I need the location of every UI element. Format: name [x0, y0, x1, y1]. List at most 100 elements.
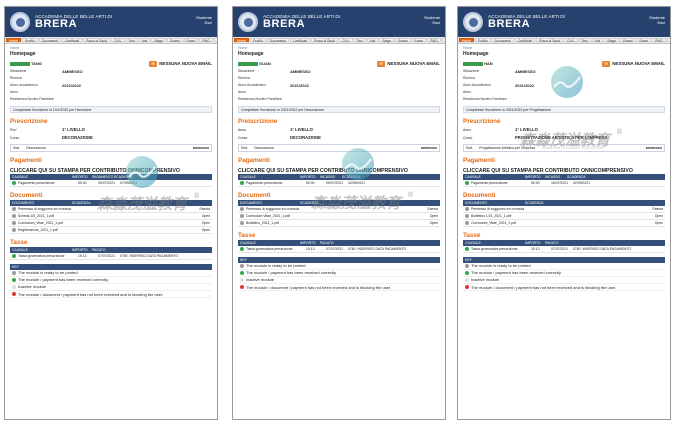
- portal-panel-tang: ACCADEMIA DELLE BELLE ARTI DI BRERA Studen…: [4, 6, 218, 420]
- info-value: AMMESSO: [62, 69, 83, 74]
- prescrizione-row-label: Sed.: [13, 146, 21, 150]
- legend-text: Inactive module: [471, 277, 500, 282]
- nav-tab-stage[interactable]: Stage: [604, 38, 620, 43]
- legend-green-icon: [240, 271, 244, 275]
- nav-tab-cartella-voto[interactable]: Cartella Voto: [441, 38, 445, 43]
- nav-tab-cartella-voto[interactable]: Cartella Voto: [213, 38, 217, 43]
- brera-logo-icon[interactable]: [463, 12, 483, 32]
- mail-icon: ✉: [149, 60, 158, 67]
- nav-tab-voti[interactable]: Voti: [366, 38, 379, 43]
- nav-tab-pmo[interactable]: PMO: [427, 38, 441, 43]
- payments-table-row[interactable]: Pagamento prescrizione 50.00 09/07/2021 07/…: [10, 180, 212, 187]
- brera-logo-core: [15, 17, 25, 27]
- nav-tab-profilo[interactable]: Profilo: [475, 38, 491, 43]
- nav-tab-certificati[interactable]: Certificati: [289, 38, 311, 43]
- nav-tab-certificati[interactable]: Certificati: [61, 38, 83, 43]
- nav-tab-documenti[interactable]: Documenti: [491, 38, 514, 43]
- documents-table-row[interactable]: Registrazione_2021_1.pdf Open: [10, 227, 212, 234]
- mail-status[interactable]: ✉ NESSUNA NUOVA EMAIL: [377, 60, 440, 67]
- nav-tab-home[interactable]: Home: [6, 38, 22, 43]
- document-action[interactable]: Open: [430, 213, 438, 220]
- nav-tab-stage[interactable]: Stage: [379, 38, 395, 43]
- user-name-redaction: [10, 61, 30, 66]
- breadcrumb[interactable]: Home: [463, 46, 665, 50]
- nav-tab-home[interactable]: Home: [459, 38, 475, 43]
- user-name-block: HAN: [463, 61, 493, 66]
- insert-payment-date-link[interactable]: INSERISCI DATA PAGAMENTO: [130, 253, 179, 260]
- nav-tab-voti[interactable]: Voti: [138, 38, 151, 43]
- document-action[interactable]: Esenta: [199, 206, 210, 213]
- info-field: Anno: [463, 89, 665, 96]
- legend-text: The module / document / payment has not …: [471, 285, 617, 290]
- brera-logo-icon[interactable]: [10, 12, 30, 32]
- residence-field: Residenza Nucleo Familiare: [10, 96, 212, 103]
- nav-tab-tesi[interactable]: Tesi: [125, 38, 138, 43]
- nav-tab-esami[interactable]: Esami: [620, 38, 636, 43]
- legend-row: The module is ready to be printed: [463, 263, 665, 270]
- taxes-cell: 0760: [573, 246, 581, 251]
- info-label: Anno accademico: [10, 83, 38, 87]
- nav-tab-documenti[interactable]: Documenti: [38, 38, 61, 43]
- nav-tab-piano-di-studi[interactable]: Piano di Studi: [536, 38, 563, 43]
- nav-tab-tesi[interactable]: Tesi: [578, 38, 591, 43]
- nav-tab-exam[interactable]: Exam: [636, 38, 652, 43]
- logout-link[interactable]: Esci: [196, 20, 212, 25]
- nav-tab-exam[interactable]: Exam: [183, 38, 199, 43]
- nav-tab-piano-di-studi[interactable]: Piano di Studi: [311, 38, 338, 43]
- documents-table-row[interactable]: Bollettino_2021_1.pdf Open: [238, 220, 440, 227]
- taxes-cell: Tassa governativa prescrizione: [18, 253, 65, 258]
- payments-table-row[interactable]: Pagamento prescrizione 50.00 16/07/2021 02/…: [463, 180, 665, 187]
- nav-tab-pmo[interactable]: PMO: [652, 38, 666, 43]
- insert-payment-date-link[interactable]: INSERISCI DATA PAGAMENTO: [583, 246, 632, 253]
- taxes-table-row[interactable]: Tassa governativa prescrizione 15.13 07/07…: [463, 246, 665, 253]
- breadcrumb[interactable]: Home: [10, 46, 212, 50]
- insert-payment-date-link[interactable]: INSERISCI DATA PAGAMENTO: [358, 246, 407, 253]
- nav-tab-cv-l[interactable]: CV/L: [563, 38, 578, 43]
- nav-tab-stage[interactable]: Stage: [151, 38, 167, 43]
- document-action[interactable]: Open: [655, 213, 663, 220]
- nav-tab-esami[interactable]: Esami: [395, 38, 411, 43]
- document-action[interactable]: Open: [202, 227, 210, 234]
- document-action[interactable]: Open: [202, 213, 210, 220]
- nav-tab-cv-l[interactable]: CV/L: [110, 38, 125, 43]
- nav-tab-voti[interactable]: Voti: [591, 38, 604, 43]
- nav-tab-pmo[interactable]: PMO: [199, 38, 213, 43]
- nav-tab-certificati[interactable]: Certificati: [514, 38, 536, 43]
- nav-tab-piano-di-studi[interactable]: Piano di Studi: [83, 38, 110, 43]
- info-label: Situazione: [238, 69, 255, 73]
- nav-tab-tesi[interactable]: Tesi: [353, 38, 366, 43]
- info-value: AMMESSO: [515, 69, 536, 74]
- mail-status[interactable]: ✉ NESSUNA NUOVA EMAIL: [149, 60, 212, 67]
- info-label: Ricerca: [10, 76, 22, 80]
- status-green-icon: [465, 247, 469, 251]
- nav-tab-cv-l[interactable]: CV/L: [338, 38, 353, 43]
- nav-tab-profilo[interactable]: Profilo: [22, 38, 38, 43]
- document-action[interactable]: Open: [655, 220, 663, 227]
- payments-table-row[interactable]: Pagamento prescrizione 50.00 09/07/2021 02/…: [238, 180, 440, 187]
- nav-tab-esami[interactable]: Esami: [167, 38, 183, 43]
- brera-logo-icon[interactable]: [238, 12, 258, 32]
- screenshot-stage: ACCADEMIA DELLE BELLE ARTI DI BRERA Studen…: [0, 0, 680, 424]
- nav-tab-exam[interactable]: Exam: [411, 38, 427, 43]
- info-field: Situazione AMMESSO: [10, 68, 212, 75]
- nav-tab-profilo[interactable]: Profilo: [250, 38, 266, 43]
- mail-status[interactable]: ✉ NESSUNA NUOVA EMAIL: [602, 60, 665, 67]
- logout-link[interactable]: Esci: [649, 20, 665, 25]
- taxes-table-row[interactable]: Tassa governativa prescrizione 15.13 07/07…: [10, 253, 212, 260]
- logout-link[interactable]: Esci: [424, 20, 440, 25]
- page-title: Homepage: [238, 51, 264, 57]
- document-action[interactable]: Open: [430, 220, 438, 227]
- document-action[interactable]: Esenta: [427, 206, 438, 213]
- nav-tab-documenti[interactable]: Documenti: [266, 38, 289, 43]
- document-action[interactable]: Open: [202, 220, 210, 227]
- document-action[interactable]: Esenta: [652, 206, 663, 213]
- prescrizione-label: Corso: [238, 136, 248, 140]
- nav-tab-cartella-voto[interactable]: Cartella Voto: [666, 38, 670, 43]
- nav-tab-home[interactable]: Home: [234, 38, 250, 43]
- taxes-table-row[interactable]: Tassa governativa prescrizione 15.13 07/07…: [238, 246, 440, 253]
- status-gray-icon: [465, 221, 469, 225]
- breadcrumb[interactable]: Home: [238, 46, 440, 50]
- prescrizione-row-label: Sed.: [466, 146, 474, 150]
- brand-name: BRERA: [263, 18, 306, 30]
- documents-table-row[interactable]: Curriculum_Vitae_2021_1.pdf Open: [463, 220, 665, 227]
